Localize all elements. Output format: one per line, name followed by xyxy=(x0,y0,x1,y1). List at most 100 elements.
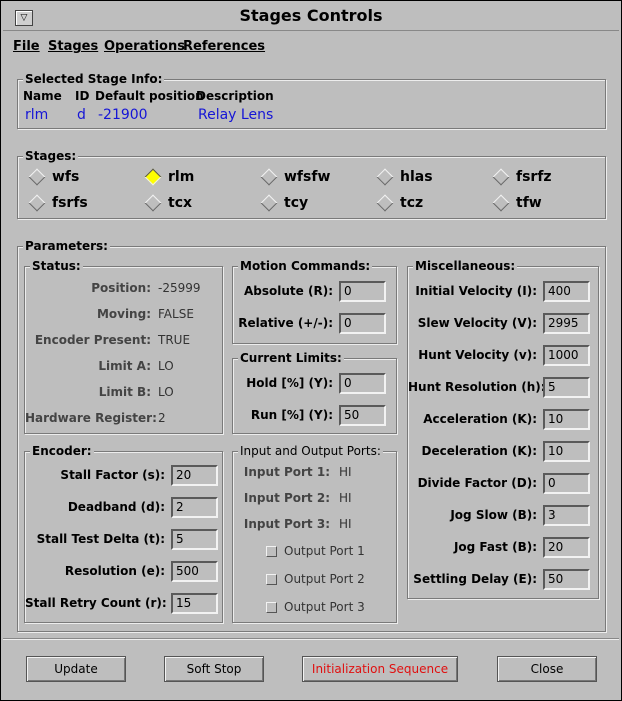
input-port-3-label: Input Port 3: xyxy=(243,517,330,531)
run-label: Run [%] (Y): xyxy=(250,408,333,422)
jog-fast-label: Jog Fast (B): xyxy=(453,540,537,554)
output-port-2-label[interactable]: Output Port 2 xyxy=(284,572,365,586)
settling-delay-input[interactable]: 50 xyxy=(543,569,590,590)
hunt-resolution-input[interactable]: 5 xyxy=(543,377,590,398)
initial-velocity-input[interactable]: 400 xyxy=(543,281,590,302)
output-port-1-label[interactable]: Output Port 1 xyxy=(284,544,365,558)
radio-label-fsrfz[interactable]: fsrfz xyxy=(516,169,552,185)
settling-delay-label: Settling Delay (E): xyxy=(413,572,537,586)
miscellaneous-group-label: Miscellaneous: xyxy=(413,259,518,273)
status-encoder-present-label: Encoder Present: xyxy=(34,333,151,347)
soft-stop-button[interactable]: Soft Stop xyxy=(164,656,264,682)
menu-file-label: File xyxy=(13,39,40,54)
status-limit-b-label: Limit B: xyxy=(98,385,151,399)
status-position-value: -25999 xyxy=(158,281,201,295)
selected-stage-group-label: Selected Stage Info: xyxy=(23,72,165,86)
stall-test-delta-label: Stall Test Delta (t): xyxy=(36,532,165,546)
divide-factor-input[interactable]: 0 xyxy=(543,473,590,494)
radio-label-tcx[interactable]: tcx xyxy=(168,195,192,211)
stage-id-value: d xyxy=(77,107,86,123)
jog-fast-input[interactable]: 20 xyxy=(543,537,590,558)
stall-retry-count-input[interactable]: 15 xyxy=(171,593,218,614)
radio-label-wfsfw[interactable]: wfsfw xyxy=(284,169,330,185)
status-limit-a-value: LO xyxy=(158,359,174,373)
hold-input[interactable]: 0 xyxy=(339,373,386,394)
close-button[interactable]: Close xyxy=(497,656,597,682)
menu-operations[interactable]: Operations xyxy=(104,39,185,54)
output-port-2-checkbox[interactable] xyxy=(266,574,277,585)
menu-references[interactable]: References xyxy=(183,39,265,54)
hunt-velocity-input[interactable]: 1000 xyxy=(543,345,590,366)
button-bar-divider xyxy=(3,638,619,639)
absolute-label: Absolute (R): xyxy=(244,284,333,298)
menu-stages[interactable]: Stages xyxy=(48,39,98,54)
window: ▽ Stages Controls File Stages Operations… xyxy=(0,0,622,701)
radio-label-tcy[interactable]: tcy xyxy=(284,195,308,211)
status-moving-value: FALSE xyxy=(158,307,194,321)
initialization-sequence-button[interactable]: Initialization Sequence xyxy=(302,656,458,682)
title-bar: ▽ Stages Controls xyxy=(3,3,619,31)
slew-velocity-label: Slew Velocity (V): xyxy=(417,316,537,330)
relative-input[interactable]: 0 xyxy=(339,313,386,334)
header-default-position: Default position xyxy=(95,89,204,103)
radio-label-hlas[interactable]: hlas xyxy=(400,169,433,185)
stall-test-delta-input[interactable]: 5 xyxy=(171,529,218,550)
status-position-label: Position: xyxy=(91,281,151,295)
status-encoder-present-value: TRUE xyxy=(158,333,191,347)
stages-group-label: Stages: xyxy=(23,149,79,163)
encoder-group-label: Encoder: xyxy=(30,444,94,458)
jog-slow-label: Jog Slow (B): xyxy=(450,508,537,522)
acceleration-input[interactable]: 10 xyxy=(543,409,590,430)
input-port-1-label: Input Port 1: xyxy=(243,465,330,479)
hunt-velocity-label: Hunt Velocity (v): xyxy=(418,348,537,362)
output-port-3-checkbox[interactable] xyxy=(266,602,277,613)
run-input[interactable]: 50 xyxy=(339,405,386,426)
stall-factor-label: Stall Factor (s): xyxy=(60,468,165,482)
relative-label: Relative (+/-): xyxy=(238,316,333,330)
stage-name-value: rlm xyxy=(25,107,49,123)
update-button[interactable]: Update xyxy=(26,656,126,682)
stall-retry-count-label: Stall Retry Count (r): xyxy=(25,596,167,610)
stage-default-position-value: -21900 xyxy=(98,107,148,123)
stage-description-value: Relay Lens xyxy=(198,107,274,123)
absolute-input[interactable]: 0 xyxy=(339,281,386,302)
input-port-3-value: HI xyxy=(339,517,352,531)
io-ports-group-label: Input and Output Ports: xyxy=(238,444,383,458)
deadband-input[interactable]: 2 xyxy=(171,497,218,518)
window-title: Stages Controls xyxy=(239,6,383,25)
resolution-input[interactable]: 500 xyxy=(171,561,218,582)
deceleration-label: Deceleration (K): xyxy=(421,444,538,458)
motion-commands-group-label: Motion Commands: xyxy=(238,259,373,273)
deceleration-input[interactable]: 10 xyxy=(543,441,590,462)
radio-label-wfs[interactable]: wfs xyxy=(52,169,79,185)
jog-slow-input[interactable]: 3 xyxy=(543,505,590,526)
hunt-resolution-label: Hunt Resolution (h): xyxy=(408,380,546,394)
acceleration-label: Acceleration (K): xyxy=(423,412,537,426)
radio-label-fsrfs[interactable]: fsrfs xyxy=(52,195,88,211)
status-moving-label: Moving: xyxy=(96,307,151,321)
header-id: ID xyxy=(75,89,90,103)
radio-label-tfw[interactable]: tfw xyxy=(516,195,542,211)
radio-label-rlm[interactable]: rlm xyxy=(168,169,194,185)
menu-file[interactable]: File xyxy=(13,39,40,54)
status-limit-b-value: LO xyxy=(158,385,174,399)
slew-velocity-input[interactable]: 2995 xyxy=(543,313,590,334)
output-port-3-label[interactable]: Output Port 3 xyxy=(284,600,365,614)
input-port-2-value: HI xyxy=(339,491,352,505)
status-hardware-register-value: 2 xyxy=(158,411,166,425)
hold-label: Hold [%] (Y): xyxy=(246,376,333,390)
status-group-label: Status: xyxy=(30,259,83,273)
deadband-label: Deadband (d): xyxy=(67,500,165,514)
current-limits-group-label: Current Limits: xyxy=(238,351,344,365)
radio-label-tcz[interactable]: tcz xyxy=(400,195,423,211)
output-port-1-checkbox[interactable] xyxy=(266,546,277,557)
menu-references-label: References xyxy=(183,39,266,54)
input-port-2-label: Input Port 2: xyxy=(243,491,330,505)
input-port-1-value: HI xyxy=(339,465,352,479)
header-description: Description xyxy=(196,89,274,103)
divide-factor-label: Divide Factor (D): xyxy=(417,476,537,490)
status-limit-a-label: Limit A: xyxy=(98,359,151,373)
stall-factor-input[interactable]: 20 xyxy=(171,465,218,486)
menu-operations-label: Operations xyxy=(104,39,185,54)
resolution-label: Resolution (e): xyxy=(64,564,165,578)
